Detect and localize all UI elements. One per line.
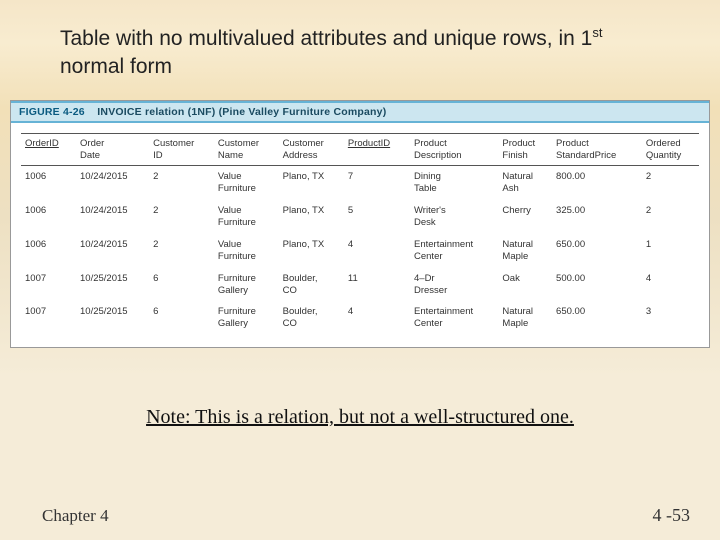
table-cell: 2 [149,166,214,200]
table-cell: 4–DrDresser [410,268,498,302]
column-header: OrderID [21,133,76,166]
figure-label: FIGURE 4-26 [19,106,85,118]
column-header: ProductDescription [410,133,498,166]
column-header: CustomerAddress [279,133,344,166]
table-cell: ValueFurniture [214,234,279,268]
table-row: 100610/24/20152ValueFurniturePlano, TX5W… [21,200,699,234]
table-cell: Plano, TX [279,166,344,200]
table-cell: 2 [642,166,699,200]
figure-caption-text: INVOICE relation (1NF) (Pine Valley Furn… [97,106,386,118]
table-cell: 650.00 [552,234,642,268]
figure-caption-bar: FIGURE 4-26 INVOICE relation (1NF) (Pine… [11,101,709,123]
table-cell: 1006 [21,200,76,234]
column-header: ProductID [344,133,410,166]
table-cell: 10/24/2015 [76,234,149,268]
table-cell: 5 [344,200,410,234]
table-cell: 10/25/2015 [76,301,149,335]
table-cell: 3 [642,301,699,335]
table-cell: Boulder,CO [279,301,344,335]
table-cell: NaturalMaple [498,301,552,335]
table-cell: ValueFurniture [214,200,279,234]
table-cell: 10/25/2015 [76,268,149,302]
table-cell: 500.00 [552,268,642,302]
table-cell: 1006 [21,234,76,268]
note-text: Note: This is a relation, but not a well… [0,406,720,429]
table-cell: 4 [642,268,699,302]
table-cell: Cherry [498,200,552,234]
table-cell: 1006 [21,166,76,200]
table-cell: 2 [149,234,214,268]
table-cell: Oak [498,268,552,302]
table-cell: DiningTable [410,166,498,200]
table-cell: 10/24/2015 [76,166,149,200]
table-header: OrderIDOrderDateCustomerIDCustomerNameCu… [21,133,699,166]
table-cell: FurnitureGallery [214,268,279,302]
table-cell: 2 [642,200,699,234]
figure-container: FIGURE 4-26 INVOICE relation (1NF) (Pine… [10,100,710,349]
table-cell: 4 [344,301,410,335]
table-cell: EntertainmentCenter [410,234,498,268]
title-sup: st [592,25,602,40]
table-row: 100610/24/20152ValueFurniturePlano, TX4E… [21,234,699,268]
column-header: ProductFinish [498,133,552,166]
table-cell: EntertainmentCenter [410,301,498,335]
table-cell: 1 [642,234,699,268]
slide-title: Table with no multivalued attributes and… [0,0,720,92]
table-cell: 1007 [21,268,76,302]
table-cell: FurnitureGallery [214,301,279,335]
table-cell: 10/24/2015 [76,200,149,234]
table-cell: Plano, TX [279,200,344,234]
table-cell: 11 [344,268,410,302]
page-number: 4 -53 [653,505,691,526]
table-cell: ValueFurniture [214,166,279,200]
table-cell: Plano, TX [279,234,344,268]
table-cell: Writer'sDesk [410,200,498,234]
table-cell: NaturalAsh [498,166,552,200]
title-part-2: normal form [60,55,172,78]
table-cell: 325.00 [552,200,642,234]
column-header: ProductStandardPrice [552,133,642,166]
column-header: OrderDate [76,133,149,166]
table-cell: 2 [149,200,214,234]
column-header: CustomerID [149,133,214,166]
table-cell: 1007 [21,301,76,335]
table-cell: NaturalMaple [498,234,552,268]
table-cell: 4 [344,234,410,268]
table-row: 100710/25/20156FurnitureGalleryBoulder,C… [21,301,699,335]
title-part-1: Table with no multivalued attributes and… [60,27,592,50]
table-row: 100610/24/20152ValueFurniturePlano, TX7D… [21,166,699,200]
column-header: OrderedQuantity [642,133,699,166]
table-cell: Boulder,CO [279,268,344,302]
table-cell: 6 [149,301,214,335]
column-header: CustomerName [214,133,279,166]
chapter-label: Chapter 4 [42,506,109,526]
table-wrapper: OrderIDOrderDateCustomerIDCustomerNameCu… [11,123,709,348]
table-cell: 7 [344,166,410,200]
table-row: 100710/25/20156FurnitureGalleryBoulder,C… [21,268,699,302]
table-cell: 800.00 [552,166,642,200]
table-body: 100610/24/20152ValueFurniturePlano, TX7D… [21,166,699,335]
table-cell: 6 [149,268,214,302]
table-cell: 650.00 [552,301,642,335]
invoice-table: OrderIDOrderDateCustomerIDCustomerNameCu… [21,133,699,336]
